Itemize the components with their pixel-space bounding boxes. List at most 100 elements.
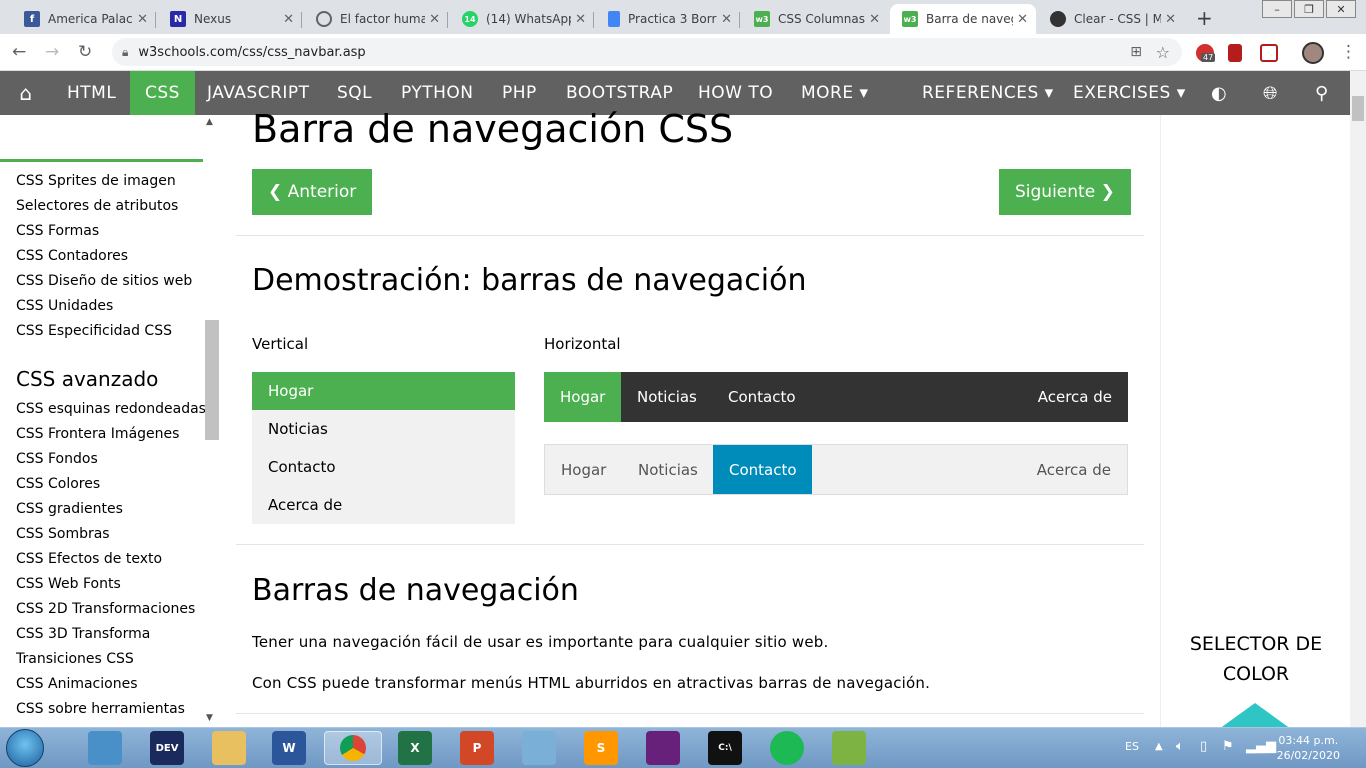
vnav-item-hogar[interactable]: Hogar	[252, 372, 515, 410]
hnav-light-item-hogar[interactable]: Hogar	[545, 445, 622, 494]
sidebar-item[interactable]: CSS Fondos	[16, 451, 98, 467]
dev-icon[interactable]: DEV	[150, 731, 184, 765]
vnav-item-contacto[interactable]: Contacto	[252, 448, 515, 486]
tab-docs[interactable]: Practica 3 Borra ✕	[596, 4, 740, 34]
sidebar-item[interactable]: CSS Formas	[16, 223, 99, 239]
sidebar-item[interactable]: CSS Unidades	[16, 298, 113, 314]
tab-facebook[interactable]: f America Palacio ✕	[12, 4, 156, 34]
close-icon[interactable]: ✕	[575, 12, 586, 27]
cmd-icon[interactable]: C:\	[708, 731, 742, 765]
tab-css-columnas[interactable]: w3 CSS Columnas ✕	[742, 4, 888, 34]
sidebar-item[interactable]: CSS Sprites de imagen	[16, 173, 176, 189]
system-clock[interactable]: 03:44 p.m. 26/02/2020	[1277, 733, 1340, 763]
sidebar-item[interactable]: CSS 2D Transformaciones	[16, 601, 195, 617]
excel-icon[interactable]: X	[398, 731, 432, 765]
nav-exercises[interactable]: EXERCISES ▾	[1058, 71, 1201, 115]
home-icon[interactable]: ⌂	[0, 71, 52, 115]
restore-button[interactable]: ❐	[1294, 0, 1324, 18]
explorer-icon[interactable]	[88, 731, 122, 765]
tab-nexus[interactable]: N Nexus ✕	[158, 4, 302, 34]
sidebar-item[interactable]: CSS Diseño de sitios web	[16, 273, 192, 289]
translate-globe-icon[interactable]: 🌐︎	[1248, 71, 1293, 115]
sidebar-item[interactable]: CSS Contadores	[16, 248, 128, 264]
sidebar-item[interactable]: CSS Frontera Imágenes	[16, 426, 179, 442]
minimize-button[interactable]: –	[1262, 0, 1292, 18]
pdf-extension-icon[interactable]	[1228, 44, 1242, 62]
close-icon[interactable]: ✕	[1165, 12, 1176, 27]
hnav-dark-item-noticias[interactable]: Noticias	[621, 372, 713, 422]
sidebar-item[interactable]: CSS Web Fonts	[16, 576, 121, 592]
nav-css[interactable]: CSS	[130, 71, 195, 115]
vnav-item-acerca[interactable]: Acerca de	[252, 486, 515, 524]
bookmark-star-icon[interactable]: ☆	[1156, 43, 1170, 62]
menu-dots-icon[interactable]: ⋮	[1340, 42, 1357, 62]
hnav-light-item-acerca[interactable]: Acerca de	[1021, 445, 1127, 494]
hnav-dark-item-contacto[interactable]: Contacto	[712, 372, 812, 422]
scroll-down-icon[interactable]: ▼	[206, 713, 213, 723]
nav-references[interactable]: REFERENCES ▾	[907, 71, 1069, 115]
address-bar[interactable]: 🔒︎ w3schools.com/css/css_navbar.asp ⊞ ☆	[112, 38, 1182, 66]
calendar-extension-icon[interactable]	[1260, 44, 1278, 62]
avatar[interactable]	[1302, 42, 1324, 64]
sidebar-item[interactable]: CSS Efectos de texto	[16, 551, 162, 567]
forward-icon[interactable]: →	[45, 42, 59, 62]
vnav-item-noticias[interactable]: Noticias	[252, 410, 515, 448]
network-icon[interactable]: ▂▄▆	[1246, 739, 1276, 754]
sidebar-item[interactable]: Selectores de atributos	[16, 198, 178, 214]
sublime-icon[interactable]: S	[584, 731, 618, 765]
word-icon[interactable]: W	[272, 731, 306, 765]
tray-arrow-icon[interactable]: ▲	[1155, 741, 1163, 752]
reload-icon[interactable]: ↻	[78, 42, 92, 62]
close-icon[interactable]: ✕	[869, 12, 880, 27]
sidebar-item[interactable]: CSS Animaciones	[16, 676, 138, 692]
sidebar-item[interactable]: CSS Sombras	[16, 526, 110, 542]
sidebar-item[interactable]: CSS Colores	[16, 476, 100, 492]
close-icon[interactable]: ✕	[137, 12, 148, 27]
close-icon[interactable]: ✕	[1017, 12, 1028, 27]
volume-icon[interactable]: 🔈︎	[1176, 739, 1184, 754]
translate-icon[interactable]: ⊞	[1130, 44, 1142, 60]
folder-icon[interactable]	[212, 731, 246, 765]
start-button[interactable]	[6, 729, 44, 767]
powerpoint-icon[interactable]: P	[460, 731, 494, 765]
chrome-icon[interactable]	[324, 731, 382, 765]
flag-icon[interactable]: ⚑	[1222, 739, 1234, 754]
tab-barra-navegacion[interactable]: w3 Barra de naveg ✕	[890, 4, 1036, 34]
virtualbox-icon[interactable]	[522, 731, 556, 765]
sidebar-scrollbar-thumb[interactable]	[205, 320, 219, 440]
next-button[interactable]: Siguiente ❯	[999, 169, 1131, 215]
close-icon[interactable]: ✕	[283, 12, 294, 27]
hnav-light-item-noticias[interactable]: Noticias	[622, 445, 714, 494]
notepad-icon[interactable]	[832, 731, 866, 765]
visual-studio-icon[interactable]	[646, 731, 680, 765]
new-tab-button[interactable]: +	[1196, 6, 1213, 30]
sidebar-item[interactable]: CSS 3D Transforma	[16, 626, 150, 642]
tab-whatsapp[interactable]: 14 (14) WhatsApp ✕	[450, 4, 594, 34]
hnav-dark-item-acerca[interactable]: Acerca de	[1022, 372, 1128, 422]
page-scrollbar[interactable]	[1350, 71, 1366, 727]
tab-factor-humano[interactable]: El factor human ✕	[304, 4, 448, 34]
close-icon[interactable]: ✕	[721, 12, 732, 27]
sidebar-item[interactable]: CSS gradientes	[16, 501, 123, 517]
sidebar-item[interactable]: CSS sobre herramientas	[16, 701, 185, 717]
nav-html[interactable]: HTML	[52, 71, 131, 115]
back-icon[interactable]: ←	[12, 42, 26, 62]
close-icon[interactable]: ✕	[429, 12, 440, 27]
language-indicator[interactable]: ES	[1125, 740, 1139, 753]
search-icon[interactable]: ⚲	[1300, 71, 1344, 115]
window-close-button[interactable]: ✕	[1326, 0, 1356, 18]
page-scrollbar-thumb[interactable]	[1352, 96, 1364, 121]
nav-more[interactable]: MORE ▾	[786, 71, 884, 115]
sidebar-item[interactable]: CSS esquinas redondeadas	[16, 401, 206, 417]
scroll-up-icon[interactable]: ▲	[206, 117, 213, 127]
color-hexagon-image[interactable]	[1219, 703, 1291, 729]
theme-toggle-icon[interactable]: ◐	[1196, 71, 1242, 115]
hnav-light-item-contacto[interactable]: Contacto	[713, 445, 812, 494]
sidebar-item[interactable]: CSS Especificidad CSS	[16, 323, 172, 339]
sidebar-item[interactable]: Transiciones CSS	[16, 651, 134, 667]
tab-mdn-clear[interactable]: Clear - CSS | MI ✕	[1038, 4, 1184, 34]
hnav-dark-item-hogar[interactable]: Hogar	[544, 372, 622, 422]
previous-button[interactable]: ❮ Anterior	[252, 169, 373, 215]
spotify-icon[interactable]	[770, 731, 804, 765]
battery-icon[interactable]: ▯	[1200, 739, 1207, 754]
